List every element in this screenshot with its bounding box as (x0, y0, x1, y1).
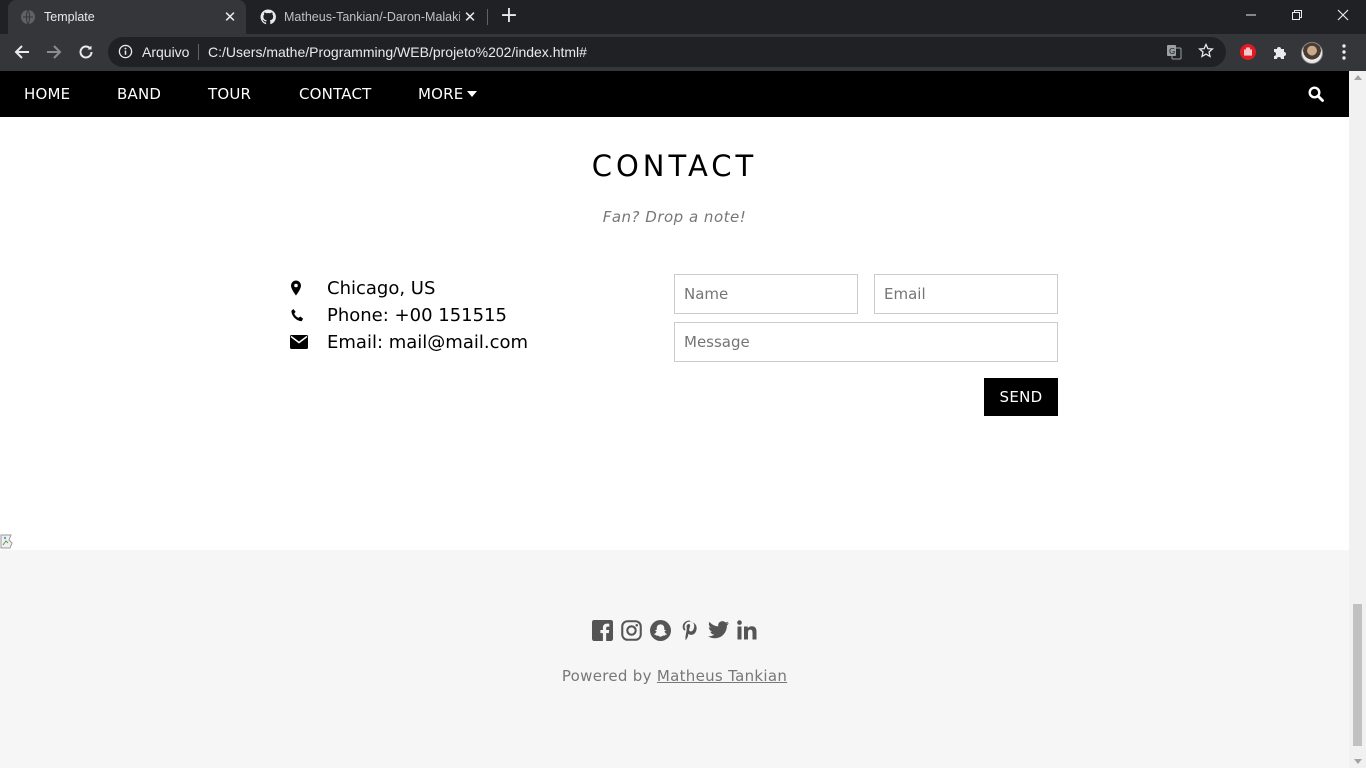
close-window-button[interactable] (1320, 0, 1366, 30)
minimize-icon (1246, 14, 1256, 16)
map-marker-icon (290, 280, 327, 296)
tab-template[interactable]: Template ✕ (8, 0, 246, 34)
close-tab-icon[interactable]: ✕ (460, 7, 480, 27)
minimize-button[interactable] (1228, 0, 1274, 30)
phone-text: Phone: +00 151515 (327, 304, 507, 326)
email-row: Email: mail@mail.com (290, 330, 528, 354)
back-button[interactable] (8, 38, 36, 66)
social-links (0, 618, 1349, 642)
search-icon[interactable] (1308, 86, 1324, 102)
linkedin-icon[interactable] (736, 618, 759, 642)
puzzle-icon (1274, 47, 1286, 59)
powered-prefix: Powered by (561, 667, 652, 685)
tab-title: Matheus-Tankian/-Daron-Malakian (284, 10, 460, 24)
page-viewport: HOME BAND TOUR CONTACT MORE CONTACT Fan?… (0, 71, 1349, 768)
info-icon[interactable] (118, 44, 133, 59)
name-input[interactable] (674, 274, 858, 314)
twitter-icon[interactable] (707, 618, 730, 642)
translate-icon[interactable]: G (1166, 44, 1182, 60)
new-tab-button[interactable]: + (496, 5, 522, 29)
caret-down-icon (467, 90, 478, 97)
phone-row: Phone: +00 151515 (290, 303, 507, 327)
restore-button[interactable] (1274, 0, 1320, 30)
restore-icon (1292, 10, 1302, 20)
author-link[interactable]: Matheus Tankian (657, 667, 787, 685)
browser-tab-strip: Template ✕ Matheus-Tankian/-Daron-Malaki… (0, 0, 1366, 34)
powered-by: Powered by Matheus Tankian (0, 667, 1349, 685)
tab-title: Template (44, 10, 95, 24)
extensions-button[interactable] (1266, 38, 1294, 66)
location-text: Chicago, US (327, 277, 436, 299)
url-text[interactable]: C:/Users/mathe/Programming/WEB/projeto%2… (208, 44, 587, 60)
back-arrow-icon (14, 45, 29, 59)
tab-separator (487, 9, 488, 25)
github-icon (260, 9, 276, 25)
broken-image-icon (0, 534, 13, 549)
nav-band[interactable]: BAND (117, 71, 161, 117)
message-input[interactable] (674, 322, 1058, 362)
stop-hand-icon (1240, 44, 1256, 60)
site-navbar: HOME BAND TOUR CONTACT MORE (0, 71, 1349, 117)
facebook-icon[interactable] (591, 618, 614, 642)
globe-icon (21, 9, 35, 25)
nav-more-label: MORE (418, 85, 464, 103)
phone-icon (290, 308, 327, 323)
location-row: Chicago, US (290, 276, 435, 300)
nav-tour[interactable]: TOUR (208, 71, 251, 117)
forward-arrow-icon (47, 45, 62, 59)
reload-button[interactable] (72, 38, 100, 66)
scroll-up-arrow-icon[interactable] (1354, 75, 1362, 80)
close-tab-icon[interactable]: ✕ (220, 7, 240, 27)
nav-home[interactable]: HOME (24, 71, 70, 117)
tab-github[interactable]: Matheus-Tankian/-Daron-Malakian ✕ (248, 0, 486, 34)
snapchat-icon[interactable] (649, 618, 672, 642)
menu-button[interactable] (1330, 38, 1358, 66)
kebab-menu-icon (1342, 44, 1346, 60)
contact-subtitle: Fan? Drop a note! (602, 208, 747, 226)
profile-avatar[interactable] (1301, 42, 1323, 64)
pinterest-icon[interactable] (678, 618, 701, 642)
scroll-down-arrow-icon[interactable] (1354, 759, 1362, 764)
star-icon[interactable] (1198, 43, 1214, 59)
instagram-icon[interactable] (620, 618, 643, 642)
forward-button[interactable] (40, 38, 68, 66)
close-icon (1337, 9, 1349, 21)
site-footer: Powered by Matheus Tankian (0, 550, 1349, 768)
email-text: Email: mail@mail.com (327, 331, 529, 353)
svg-text:G: G (1169, 47, 1175, 56)
nav-contact[interactable]: CONTACT (299, 71, 372, 117)
browser-toolbar: Arquivo C:/Users/mathe/Programming/WEB/p… (0, 34, 1366, 71)
nav-more[interactable]: MORE (418, 71, 478, 117)
address-divider (198, 44, 199, 60)
email-input[interactable] (874, 274, 1058, 314)
contact-title: CONTACT (591, 149, 758, 183)
reload-icon (79, 45, 93, 59)
send-button[interactable]: SEND (984, 378, 1058, 416)
scrollbar-thumb[interactable] (1353, 604, 1362, 746)
address-bar[interactable]: Arquivo C:/Users/mathe/Programming/WEB/p… (108, 37, 1226, 67)
address-chip: Arquivo (142, 44, 190, 60)
extension-button[interactable] (1234, 38, 1262, 66)
envelope-icon (290, 335, 327, 349)
page-scrollbar[interactable] (1349, 71, 1366, 768)
